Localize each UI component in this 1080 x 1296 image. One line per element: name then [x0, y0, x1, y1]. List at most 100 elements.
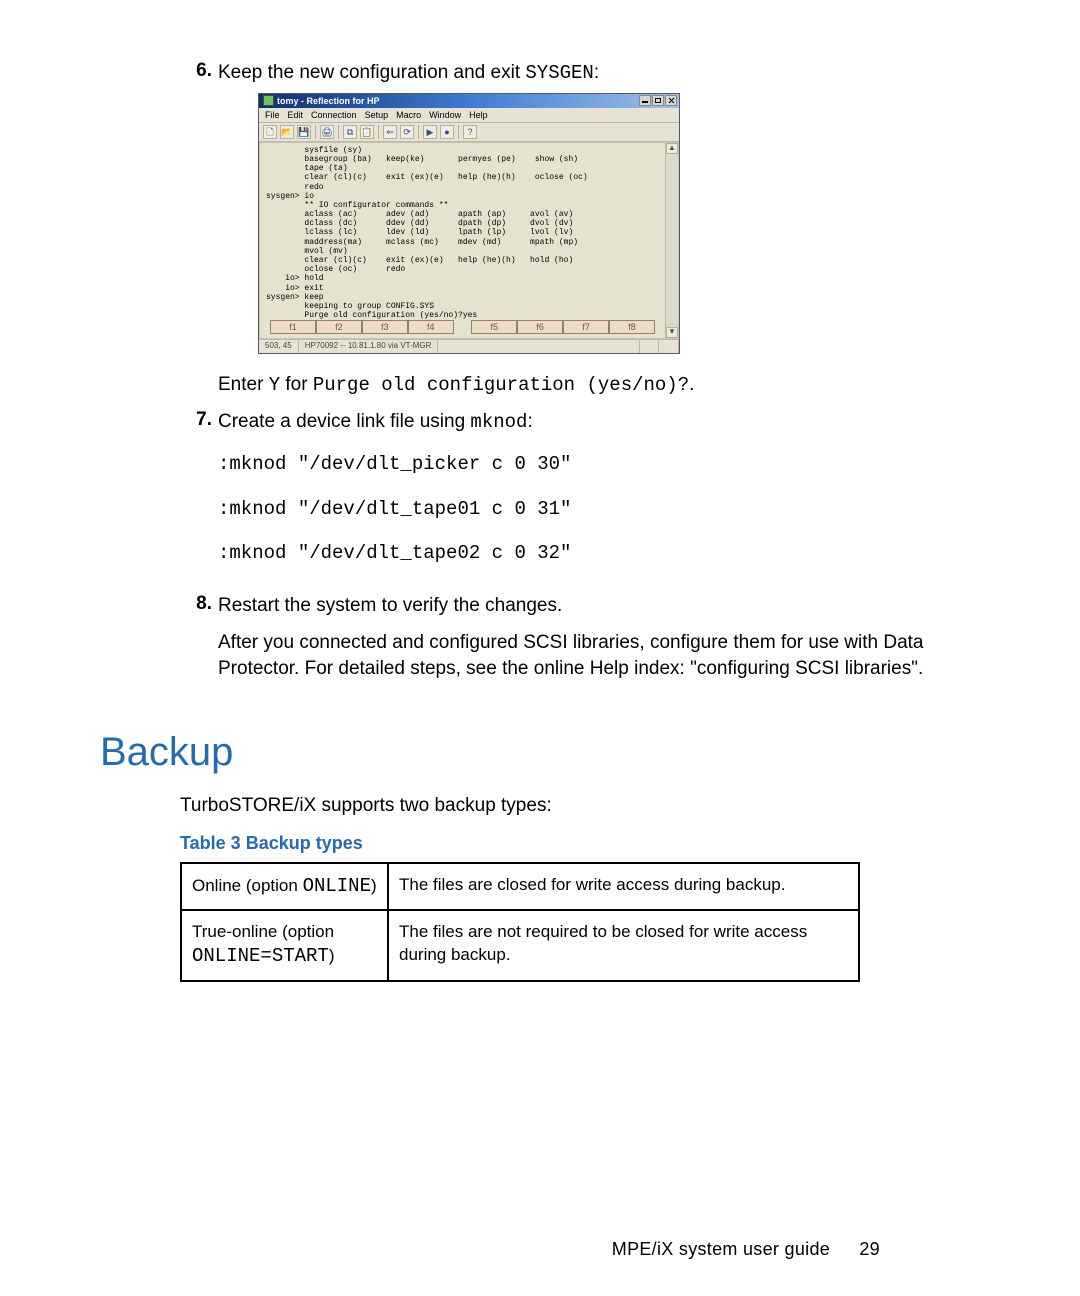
toolbar: 🗋 📂 💾 🖨 ⧉ 📋 ⇐ ⟳ ▶ ● ?: [259, 123, 679, 142]
step6-text: Keep the new configuration and exit SYSG…: [218, 60, 980, 399]
status-cursor: 503, 45: [259, 340, 299, 353]
page-footer: MPE/iX system user guide 29: [0, 1239, 1080, 1260]
r2c1-code: ONLINE=START: [192, 945, 329, 967]
step6b-post: .: [689, 374, 694, 395]
mknod-cmd3: :mknod "/dev/dlt_tape02 c 0 32": [218, 538, 980, 568]
close-icon[interactable]: [665, 95, 677, 106]
fkey-f7[interactable]: f7: [563, 320, 609, 334]
menu-window[interactable]: Window: [429, 109, 461, 121]
new-file-icon[interactable]: 🗋: [263, 125, 277, 139]
open-icon[interactable]: 📂: [280, 125, 294, 139]
term-line: oclose (oc) redo: [266, 265, 659, 274]
term-line: ** IO configurator commands **: [266, 201, 659, 210]
term-line: lclass (lc) ldev (ld) lpath (lp) lvol (l…: [266, 228, 659, 237]
scroll-up-icon[interactable]: ▲: [666, 143, 678, 154]
toolbar-sep: [378, 125, 379, 139]
table-caption: Table 3 Backup types: [180, 833, 980, 854]
menu-setup[interactable]: Setup: [365, 109, 389, 121]
scrollbar[interactable]: ▲ ▼: [665, 143, 678, 339]
fkey-gap: [454, 320, 472, 334]
maximize-icon[interactable]: [652, 95, 664, 106]
help-icon[interactable]: ?: [463, 125, 477, 139]
save-icon[interactable]: 💾: [297, 125, 311, 139]
step7-code: mknod: [470, 411, 527, 433]
status-blank2: [640, 340, 660, 353]
term-line: Purge old configuration (yes/no)?yes: [266, 311, 659, 320]
stop-icon[interactable]: ●: [440, 125, 454, 139]
step6b-y: Y: [269, 374, 280, 396]
term-line: sysgen> keep: [266, 293, 659, 302]
fkey-f4[interactable]: f4: [408, 320, 454, 334]
minimize-icon[interactable]: [639, 95, 651, 106]
step6-code: SYSGEN: [525, 62, 593, 84]
step8-text: Restart the system to verify the changes…: [218, 593, 980, 682]
status-conn: HP70092 -- 10.81.1.80 via VT-MGR: [299, 340, 439, 353]
back-icon[interactable]: ⇐: [383, 125, 397, 139]
titlebar[interactable]: tomy - Reflection for HP: [259, 94, 679, 108]
step8-line1: Restart the system to verify the changes…: [218, 593, 980, 619]
menu-connection[interactable]: Connection: [311, 109, 357, 121]
term-line: maddress(ma) mclass (mc) mdev (md) mpath…: [266, 238, 659, 247]
print-icon[interactable]: 🖨: [320, 125, 334, 139]
menubar[interactable]: File Edit Connection Setup Macro Window …: [259, 108, 679, 123]
term-line: sysgen> io: [266, 192, 659, 201]
term-line: aclass (ac) adev (ad) apath (ap) avol (a…: [266, 210, 659, 219]
menu-file[interactable]: File: [265, 109, 280, 121]
copy-icon[interactable]: ⧉: [343, 125, 357, 139]
term-line: clear (cl)(c) exit (ex)(e) help (he)(h) …: [266, 173, 659, 182]
status-blank1: [620, 340, 640, 353]
statusbar: 503, 45 HP70092 -- 10.81.1.80 via VT-MGR: [259, 339, 679, 353]
fkey-f1[interactable]: f1: [270, 320, 316, 334]
section-heading: Backup: [100, 730, 980, 775]
mknod-cmd1: :mknod "/dev/dlt_picker c 0 30": [218, 449, 980, 479]
r2c1-post: ): [329, 946, 335, 965]
term-line: dclass (dc) ddev (dd) dpath (dp) dvol (d…: [266, 219, 659, 228]
r2c1-pre: True-online (option: [192, 922, 334, 941]
step6b-mid: for: [280, 374, 313, 395]
table-cell: True-online (option ONLINE=START): [181, 910, 388, 981]
step7-post: :: [527, 411, 532, 432]
scroll-down-icon[interactable]: ▼: [666, 327, 678, 338]
r1c1-post: ): [371, 876, 377, 895]
fkey-f5[interactable]: f5: [471, 320, 517, 334]
step6b-code: Purge old configuration (yes/no)?: [313, 374, 689, 396]
paste-icon[interactable]: 📋: [360, 125, 374, 139]
reload-icon[interactable]: ⟳: [400, 125, 414, 139]
r1c1-code: ONLINE: [303, 875, 371, 897]
fkey-f3[interactable]: f3: [362, 320, 408, 334]
step7-text: Create a device link file using mknod: :…: [218, 409, 980, 583]
intro-text: TurboSTORE/iX supports two backup types:: [180, 795, 980, 817]
step-number: 8.: [180, 593, 212, 615]
term-line: sysfile (sy): [266, 146, 659, 155]
term-line: basegroup (ba) keep(ke) permyes (pe) sho…: [266, 155, 659, 164]
fkey-row: f1 f2 f3 f4 f5 f6 f7 f8: [266, 320, 659, 336]
fkey-f8[interactable]: f8: [609, 320, 655, 334]
window-title: tomy - Reflection for HP: [277, 95, 380, 107]
r1c1-pre: Online (option: [192, 876, 303, 895]
app-icon: [263, 95, 274, 106]
term-line: mvol (mv): [266, 247, 659, 256]
table-cell: The files are closed for write access du…: [388, 863, 859, 911]
toolbar-sep: [418, 125, 419, 139]
table-row: Online (option ONLINE) The files are clo…: [181, 863, 859, 911]
backup-types-table: Online (option ONLINE) The files are clo…: [180, 862, 860, 982]
menu-macro[interactable]: Macro: [396, 109, 421, 121]
fkey-f6[interactable]: f6: [517, 320, 563, 334]
term-line: redo: [266, 183, 659, 192]
term-line: io> exit: [266, 284, 659, 293]
toolbar-sep: [458, 125, 459, 139]
fkey-f2[interactable]: f2: [316, 320, 362, 334]
status-blank3: [659, 340, 679, 353]
menu-edit[interactable]: Edit: [288, 109, 304, 121]
menu-help[interactable]: Help: [469, 109, 488, 121]
play-icon[interactable]: ▶: [423, 125, 437, 139]
step6-instruction: Enter Y for Purge old configuration (yes…: [218, 372, 980, 399]
step-number: 6.: [180, 60, 212, 82]
table-cell: Online (option ONLINE): [181, 863, 388, 911]
step7-pre: Create a device link file using: [218, 411, 470, 432]
term-line: keeping to group CONFIG.SYS: [266, 302, 659, 311]
step6-post: :: [594, 62, 599, 83]
term-line: clear (cl)(c) exit (ex)(e) help (he)(h) …: [266, 256, 659, 265]
mknod-cmd2: :mknod "/dev/dlt_tape01 c 0 31": [218, 494, 980, 524]
table-cell: The files are not required to be closed …: [388, 910, 859, 981]
